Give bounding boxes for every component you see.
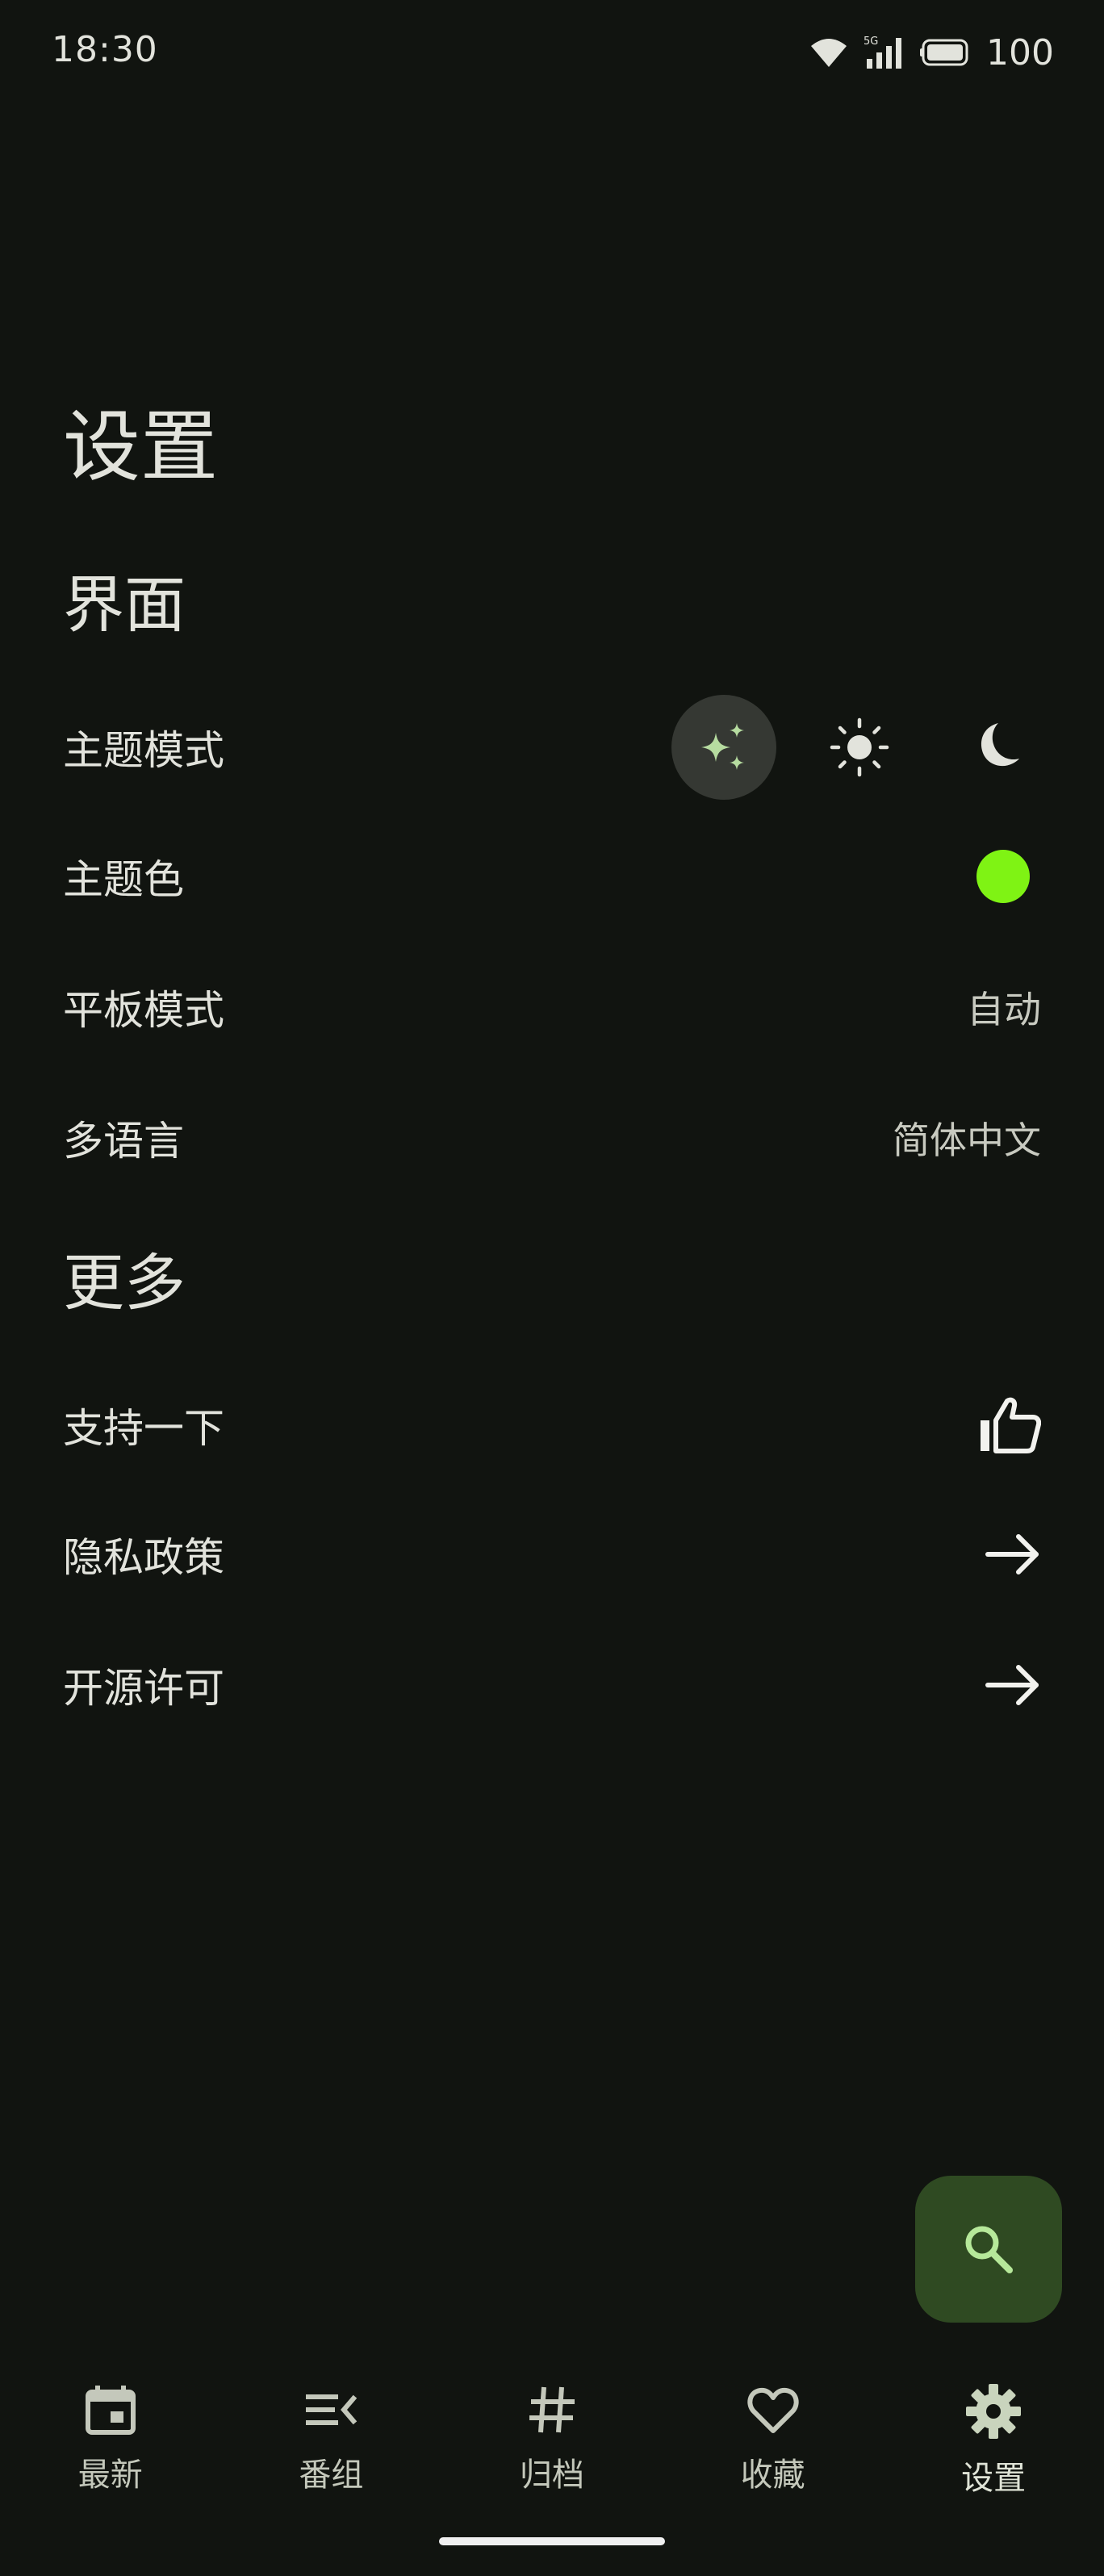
- setting-support[interactable]: 支持一下: [0, 1361, 1104, 1490]
- nav-item-archive[interactable]: 归档: [441, 2348, 663, 2510]
- theme-mode-selector: [671, 695, 1048, 800]
- calendar-icon: [85, 2386, 136, 2435]
- nav-item-favorites[interactable]: 收藏: [663, 2348, 884, 2510]
- page-title: 设置: [63, 402, 218, 492]
- battery-icon: [920, 38, 972, 67]
- search-icon: [965, 2226, 1013, 2273]
- section-title-more: 更多: [63, 1247, 186, 1319]
- setting-label: 开源许可: [63, 1665, 224, 1712]
- network-type-label: 5G: [864, 36, 878, 48]
- setting-label: 支持一下: [63, 1405, 224, 1452]
- nav-item-latest[interactable]: 最新: [0, 2348, 221, 2510]
- nav-label: 番组: [299, 2457, 364, 2494]
- status-time: 18:30: [52, 29, 158, 70]
- nav-label: 归档: [519, 2457, 584, 2494]
- auto-sparkle-icon: [701, 723, 744, 770]
- section-title-ui: 界面: [63, 569, 186, 641]
- thumb-up-icon[interactable]: [978, 1396, 1041, 1454]
- setting-label: 平板模式: [63, 987, 224, 1034]
- setting-label: 多语言: [63, 1118, 184, 1165]
- setting-label: 主题模式: [63, 727, 224, 774]
- setting-tablet-mode[interactable]: 平板模式 自动: [0, 943, 1104, 1072]
- arrow-right-icon[interactable]: [985, 1662, 1041, 1708]
- nav-item-anime[interactable]: 番组: [221, 2348, 442, 2510]
- bottom-navigation: 最新 番组 归档 收藏 设置: [0, 2348, 1104, 2510]
- dark-moon-icon: [981, 723, 1019, 767]
- nav-label: 设置: [961, 2460, 1027, 2497]
- gear-icon: [966, 2384, 1022, 2439]
- list-icon: [306, 2394, 358, 2425]
- cellular-5g-icon: 5G: [864, 35, 905, 70]
- setting-value[interactable]: 简体中文: [893, 1111, 1041, 1165]
- home-indicator[interactable]: [439, 2537, 665, 2545]
- heart-icon: [746, 2387, 799, 2433]
- battery-level: 100: [986, 31, 1054, 73]
- status-icons: 5G 100: [809, 24, 1054, 81]
- theme-mode-auto-button[interactable]: [671, 695, 776, 800]
- theme-color-swatch[interactable]: [976, 850, 1030, 903]
- setting-privacy-policy[interactable]: 隐私政策: [0, 1490, 1104, 1619]
- setting-open-source-license[interactable]: 开源许可: [0, 1620, 1104, 1750]
- setting-theme-color[interactable]: 主题色: [0, 812, 1104, 941]
- setting-value[interactable]: 自动: [967, 981, 1041, 1034]
- hashtag-icon: [529, 2386, 575, 2433]
- setting-label: 隐私政策: [63, 1534, 224, 1581]
- arrow-right-icon[interactable]: [985, 1532, 1041, 1577]
- search-fab-button[interactable]: [915, 2176, 1062, 2323]
- nav-item-settings[interactable]: 设置: [883, 2348, 1104, 2510]
- setting-label: 主题色: [63, 856, 184, 903]
- wifi-icon: [809, 36, 849, 69]
- nav-label: 收藏: [740, 2457, 805, 2494]
- setting-theme-mode: 主题模式: [0, 683, 1104, 812]
- nav-label: 最新: [77, 2457, 143, 2494]
- setting-language[interactable]: 多语言 简体中文: [0, 1073, 1104, 1202]
- theme-mode-dark-button[interactable]: [943, 695, 1048, 800]
- theme-mode-light-button[interactable]: [807, 695, 912, 800]
- light-sun-icon: [830, 717, 889, 777]
